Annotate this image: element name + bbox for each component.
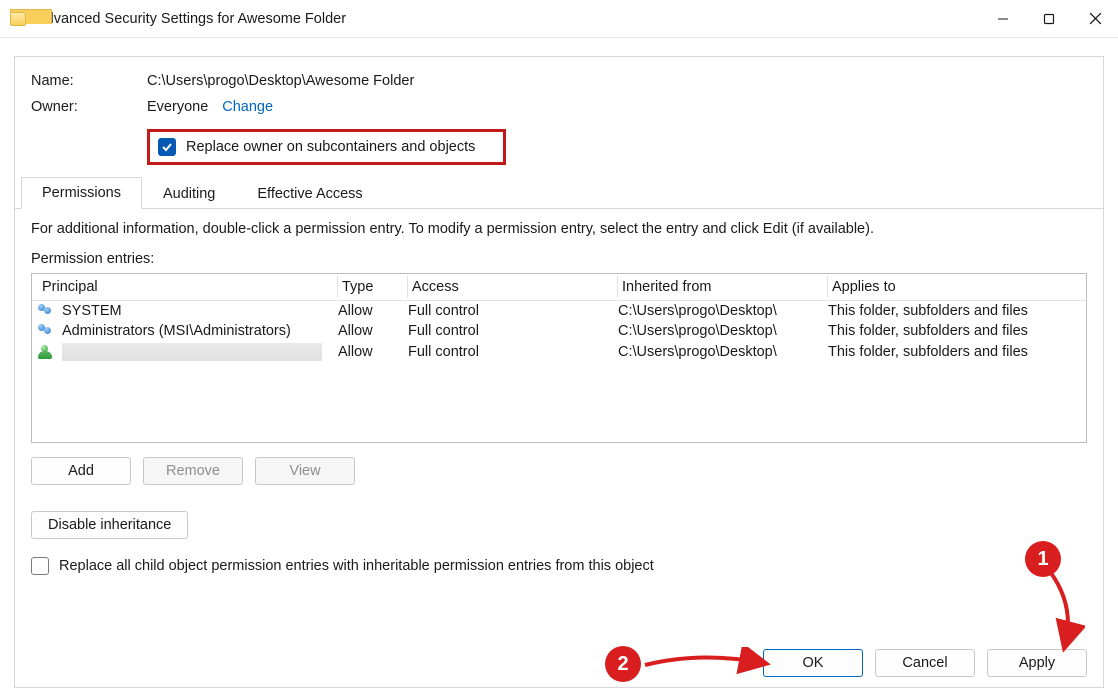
user-icon [38, 345, 56, 359]
cell-access: Full control [408, 344, 618, 360]
cell-inherited: C:\Users\progo\Desktop\ [618, 303, 828, 319]
replace-child-label: Replace all child object permission entr… [59, 558, 654, 574]
cell-applies: This folder, subfolders and files [828, 323, 1080, 339]
info-text: For additional information, double-click… [31, 221, 1087, 237]
close-button[interactable] [1072, 0, 1118, 38]
permission-entries-caption: Permission entries: [31, 251, 1087, 267]
cell-inherited: C:\Users\progo\Desktop\ [618, 323, 828, 339]
view-button: View [255, 457, 355, 485]
cell-type: Allow [338, 323, 408, 339]
titlebar: Advanced Security Settings for Awesome F… [0, 0, 1118, 38]
maximize-button[interactable] [1026, 0, 1072, 38]
col-type[interactable]: Type [338, 276, 408, 298]
replace-owner-label: Replace owner on subcontainers and objec… [186, 139, 475, 155]
replace-child-checkbox[interactable] [31, 557, 49, 575]
group-icon [38, 304, 56, 318]
tabs: Permissions Auditing Effective Access [15, 175, 1103, 209]
cell-access: Full control [408, 323, 618, 339]
cancel-button[interactable]: Cancel [875, 649, 975, 677]
permissions-table[interactable]: Principal Type Access Inherited from App… [31, 273, 1087, 443]
tab-auditing[interactable]: Auditing [142, 178, 236, 209]
col-principal[interactable]: Principal [38, 276, 338, 298]
principal-name: Administrators (MSI\Administrators) [62, 323, 291, 339]
cell-applies: This folder, subfolders and files [828, 303, 1080, 319]
name-value: C:\Users\progo\Desktop\Awesome Folder [147, 73, 414, 89]
table-row[interactable]: SYSTEM Allow Full control C:\Users\progo… [32, 301, 1086, 321]
owner-label: Owner: [31, 99, 147, 115]
arrow-2-icon [641, 647, 771, 681]
ok-button[interactable]: OK [763, 649, 863, 677]
minimize-button[interactable] [980, 0, 1026, 38]
replace-owner-checkbox[interactable] [158, 138, 176, 156]
principal-name: SYSTEM [62, 303, 122, 319]
table-row[interactable]: Allow Full control C:\Users\progo\Deskto… [32, 341, 1086, 363]
apply-button[interactable]: Apply [987, 649, 1087, 677]
add-button[interactable]: Add [31, 457, 131, 485]
main-panel: Name: C:\Users\progo\Desktop\Awesome Fol… [14, 56, 1104, 688]
cell-applies: This folder, subfolders and files [828, 344, 1080, 360]
cell-access: Full control [408, 303, 618, 319]
table-header: Principal Type Access Inherited from App… [32, 274, 1086, 301]
table-row[interactable]: Administrators (MSI\Administrators) Allo… [32, 321, 1086, 341]
callout-1: 1 [1025, 541, 1061, 577]
cell-type: Allow [338, 303, 408, 319]
disable-inheritance-button[interactable]: Disable inheritance [31, 511, 188, 539]
tab-effective-access[interactable]: Effective Access [236, 178, 383, 209]
col-applies[interactable]: Applies to [828, 276, 1080, 298]
cell-type: Allow [338, 344, 408, 360]
col-access[interactable]: Access [408, 276, 618, 298]
cell-inherited: C:\Users\progo\Desktop\ [618, 344, 828, 360]
group-icon [38, 324, 56, 338]
principal-name-redacted [62, 343, 322, 361]
window-title: Advanced Security Settings for Awesome F… [36, 11, 346, 27]
callout-2: 2 [605, 646, 641, 682]
name-label: Name: [31, 73, 147, 89]
col-inherited[interactable]: Inherited from [618, 276, 828, 298]
arrow-1-icon [1015, 567, 1085, 657]
highlighted-checkbox-area: Replace owner on subcontainers and objec… [147, 129, 506, 165]
remove-button: Remove [143, 457, 243, 485]
change-owner-link[interactable]: Change [222, 99, 273, 115]
owner-value: Everyone [147, 99, 208, 115]
folder-icon [10, 12, 26, 26]
tab-permissions[interactable]: Permissions [21, 177, 142, 209]
